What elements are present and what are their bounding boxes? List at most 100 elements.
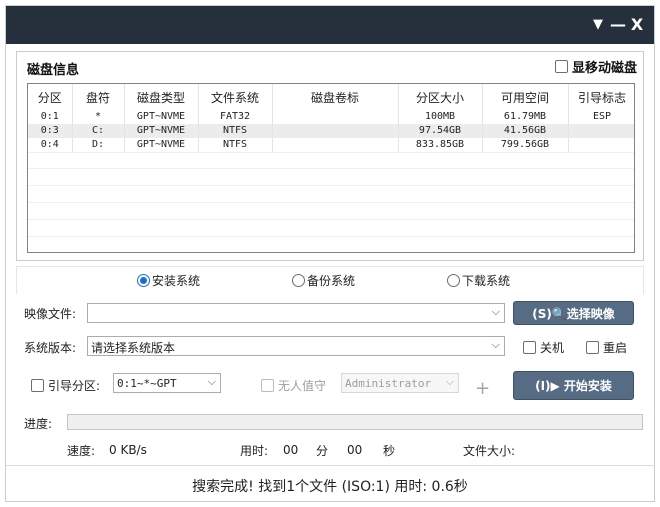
speed-label: 速度: [67,444,96,458]
cell-volume-label [272,124,399,138]
mode-selector: 安装系统 备份系统 下载系统 [16,266,644,294]
cell-boot-flag [568,124,634,138]
cell-free-space: 799.56GB [482,138,569,152]
cell-partition: 0:1 [28,110,73,124]
unattended-checkbox[interactable]: 无人值守 [261,377,326,394]
shutdown-label: 关机 [540,341,565,355]
show-removable-checkbox[interactable]: 显移动磁盘 [554,57,637,76]
cell-free-space: 41.56GB [482,124,569,138]
checkbox-icon[interactable] [31,379,44,392]
table-header-row: 分区 盘符 磁盘类型 文件系统 磁盘卷标 分区大小 可用空间 引导标志 [28,84,634,110]
chevron-down-icon[interactable]: ⌵ [446,375,454,389]
radio-download-label: 下载系统 [462,274,511,288]
boot-partition-combo[interactable]: 0:1~*~GPT ⌵ [113,373,221,393]
cell-type: GPT~NVME [124,138,199,152]
radio-download-system[interactable]: 下载系统 [447,272,510,289]
col-header-filesystem[interactable]: 文件系统 [198,84,273,110]
restart-checkbox[interactable]: 重启 [586,339,627,356]
cell-filesystem: FAT32 [198,110,273,124]
row-divider [28,219,634,220]
cell-partition: 0:4 [28,138,73,152]
col-header-partition[interactable]: 分区 [28,84,73,110]
row-divider [28,202,634,203]
checkbox-icon[interactable] [523,341,536,354]
chevron-down-icon[interactable]: ⌵ [208,375,216,389]
cell-boot-flag [568,138,634,152]
chevron-down-icon[interactable]: ⌵ [492,338,500,352]
progress-bar [67,414,643,430]
minutes-unit: 分 [316,444,329,458]
image-file-label: 映像文件: [24,307,77,321]
cell-free-space: 61.79MB [482,110,569,124]
radio-icon[interactable] [447,274,460,287]
row-divider [28,152,634,153]
cell-boot-flag: ESP [568,110,634,124]
cell-partition-size: 97.54GB [398,124,483,138]
cell-partition-size: 100MB [398,110,483,124]
time-minutes: 00 [283,443,299,457]
radio-install-system[interactable]: 安装系统 [137,272,200,289]
chevron-down-icon[interactable]: ⌵ [492,305,500,319]
row-divider [28,236,634,237]
disk-info-group: 磁盘信息 显移动磁盘 分区 盘符 磁盘类型 文件系统 磁盘卷标 分区大小 可用空… [16,51,644,261]
minimize-icon[interactable]: — [609,13,627,37]
restart-label: 重启 [603,341,628,355]
cell-partition: 0:3 [28,124,73,138]
table-row[interactable]: 0:4 D: GPT~NVME NTFS 833.85GB 799.56GB [28,138,634,152]
cell-partition-size: 833.85GB [398,138,483,152]
seconds-unit: 秒 [383,444,396,458]
cell-volume-label [272,110,399,124]
system-version-combo[interactable]: 请选择系统版本 ⌵ [87,336,505,356]
col-header-free-space[interactable]: 可用空间 [482,84,569,110]
system-version-value: 请选择系统版本 [91,341,176,355]
disk-table[interactable]: 分区 盘符 磁盘类型 文件系统 磁盘卷标 分区大小 可用空间 引导标志 0:1 … [27,83,635,253]
boot-partition-label: 引导分区: [48,379,101,393]
cell-filesystem: NTFS [198,124,273,138]
status-bar: 搜索完成! 找到1个文件 (ISO:1) 用时: 0.6秒 [6,465,654,501]
checkbox-icon[interactable] [261,379,274,392]
radio-icon[interactable] [292,274,305,287]
status-text: 搜索完成! 找到1个文件 (ISO:1) 用时: 0.6秒 [192,479,468,495]
title-bar: ▼ — X [6,6,654,44]
time-seconds: 00 [347,443,363,457]
col-header-boot-flag[interactable]: 引导标志 [568,84,634,110]
unattended-label: 无人值守 [278,379,327,393]
boot-partition-value: 0:1~*~GPT [117,377,177,390]
col-header-letter[interactable]: 盘符 [72,84,125,110]
cell-type: GPT~NVME [124,124,199,138]
user-value: Administrator [345,377,432,390]
add-user-icon[interactable]: + [475,378,490,399]
progress-label: 进度: [24,417,53,431]
cell-letter: C: [72,124,125,138]
checkbox-icon[interactable] [554,60,568,73]
cell-letter: * [72,110,125,124]
close-icon[interactable]: X [628,13,646,37]
row-divider [28,168,634,169]
time-label: 用时: [240,444,269,458]
user-combo[interactable]: Administrator ⌵ [341,373,459,393]
main-window: ▼ — X 磁盘信息 显移动磁盘 分区 盘符 磁盘类型 文件系统 磁盘卷标 分区… [5,5,655,502]
cell-letter: D: [72,138,125,152]
cell-type: GPT~NVME [124,110,199,124]
file-size-label: 文件大小: [463,444,516,458]
system-version-label: 系统版本: [24,341,77,355]
radio-backup-label: 备份系统 [307,274,356,288]
col-header-partition-size[interactable]: 分区大小 [398,84,483,110]
boot-partition-checkbox[interactable]: 引导分区: [31,377,100,394]
radio-install-label: 安装系统 [152,274,201,288]
image-file-combo[interactable]: ⌵ [87,303,505,323]
start-install-button[interactable]: (I)▶ 开始安装 [513,371,634,400]
shutdown-checkbox[interactable]: 关机 [523,339,564,356]
cell-filesystem: NTFS [198,138,273,152]
checkbox-icon[interactable] [586,341,599,354]
col-header-volume-label[interactable]: 磁盘卷标 [272,84,399,110]
radio-selected-icon[interactable] [137,274,150,287]
row-divider [28,185,634,186]
col-header-type[interactable]: 磁盘类型 [124,84,199,110]
menu-dropdown-icon[interactable]: ▼ [589,13,607,37]
show-removable-label: 显移动磁盘 [571,61,637,76]
table-row[interactable]: 0:1 * GPT~NVME FAT32 100MB 61.79MB ESP [28,110,634,124]
radio-backup-system[interactable]: 备份系统 [292,272,355,289]
table-row[interactable]: 0:3 C: GPT~NVME NTFS 97.54GB 41.56GB [28,124,634,138]
choose-image-button[interactable]: (S)🔍选择映像 [513,301,634,325]
